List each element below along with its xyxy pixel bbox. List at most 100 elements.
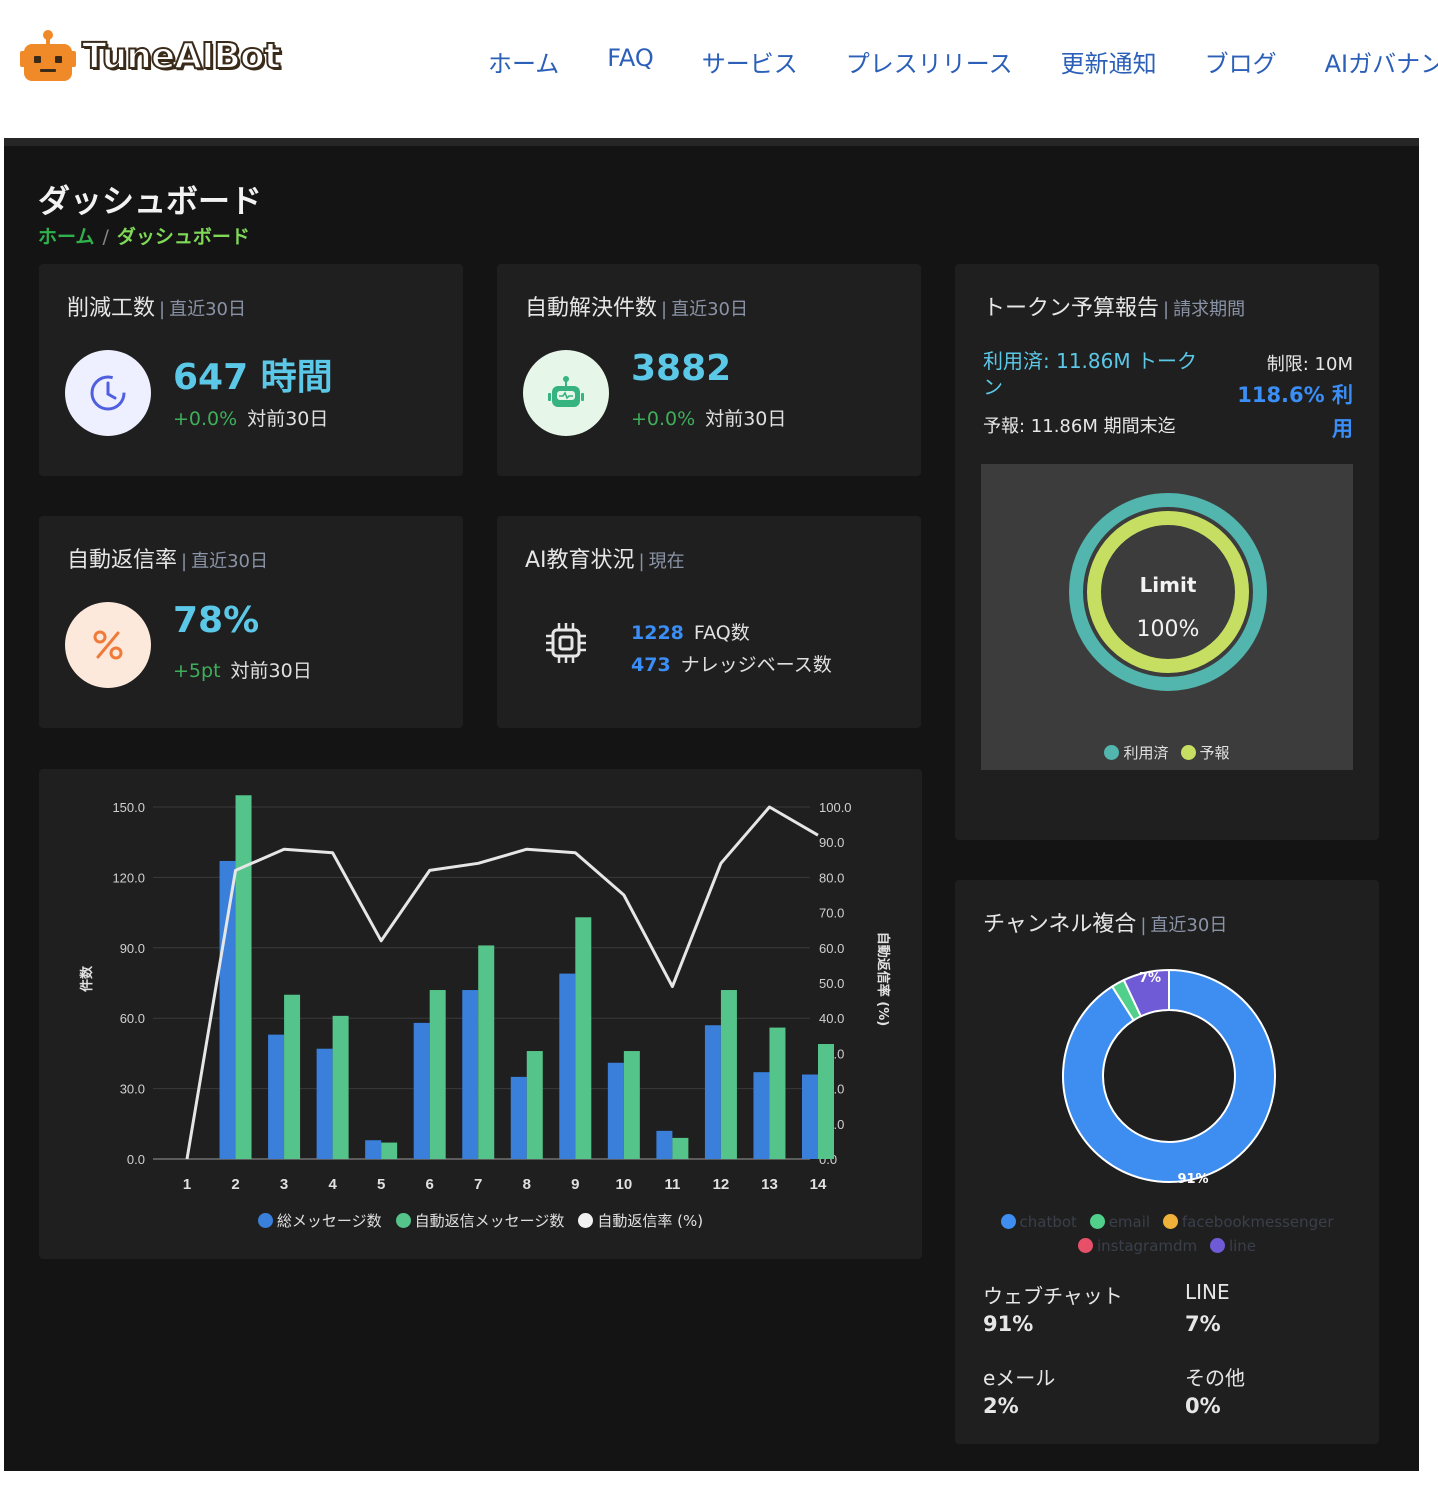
percent-icon	[65, 602, 151, 688]
bar-total	[510, 1076, 527, 1159]
stat-webchat-value: 91%	[983, 1312, 1034, 1336]
nav-item-home[interactable]: ホーム	[488, 44, 559, 79]
y2-tick-label: 90.0	[819, 835, 844, 850]
bar-auto	[284, 994, 301, 1159]
top-bar: TuneAIBot ホーム FAQ サービス プレスリリース 更新通知 ブログ …	[0, 0, 1438, 120]
x-tick-label: 14	[810, 1176, 827, 1193]
bar-total	[413, 1022, 430, 1159]
auto-reply-rate-delta: +5pt 対前30日	[173, 660, 312, 682]
y2-tick-label: 100.0	[819, 800, 852, 815]
y-tick-label: 30.0	[120, 1082, 145, 1097]
legend-line[interactable]: line	[1209, 1237, 1256, 1255]
brand-logo[interactable]: TuneAIBot	[18, 28, 282, 84]
kb-count-line: 473 ナレッジベース数	[631, 654, 832, 676]
legend-swatch	[395, 1213, 411, 1228]
y2-axis-label: 自動返信率 (%)	[875, 932, 891, 1026]
legend-used: 利用済	[1104, 742, 1169, 763]
messages-combo-chart: 0.030.060.090.0120.0150.00.010.020.030.0…	[79, 795, 891, 1193]
stat-line-label: LINE	[1185, 1280, 1230, 1304]
x-tick-label: 1	[183, 1176, 191, 1193]
gauge-value: 100%	[1137, 617, 1200, 642]
legend-swatch	[1089, 1214, 1105, 1229]
bar-total	[316, 1048, 333, 1159]
channels-donut-chart: 91% 7%	[1062, 968, 1276, 1187]
token-gauge-legend: 利用済 予報	[981, 742, 1353, 763]
reduced-hours-card: 削減工数 | 直近30日 647 時間 +0.0% 対前30日	[39, 264, 463, 476]
legend-swatch	[1209, 1238, 1225, 1253]
x-tick-label: 7	[474, 1176, 482, 1193]
y-tick-label: 0.0	[127, 1152, 145, 1167]
token-forecast-text: 予報: 11.86M 期間末迄	[983, 416, 1176, 437]
x-tick-label: 2	[231, 1176, 239, 1193]
legend-forecast: 予報	[1180, 742, 1230, 763]
nav-item-ai-governance[interactable]: AIガバナン	[1325, 44, 1438, 79]
stat-email-label: eメール	[983, 1366, 1056, 1390]
channels-legend: chatbot email facebookmessenger instagra…	[955, 1210, 1379, 1258]
bar-total	[753, 1072, 770, 1159]
x-tick-label: 12	[713, 1176, 730, 1193]
legend-instagramdm[interactable]: instagramdm	[1077, 1237, 1197, 1255]
x-tick-label: 10	[616, 1176, 633, 1193]
auto-resolved-value: 3882	[631, 348, 732, 389]
slice-label-chatbot: 91%	[1177, 1172, 1208, 1187]
robot-logo-icon	[20, 30, 76, 81]
bar-auto	[381, 1142, 398, 1159]
y2-tick-label: 70.0	[819, 906, 844, 921]
nav-item-updates[interactable]: 更新通知	[1061, 44, 1157, 79]
legend-auto-rate[interactable]: 自動返信率 (%)	[578, 1210, 703, 1231]
bar-auto	[235, 795, 252, 1159]
stat-webchat-label: ウェブチャット	[983, 1284, 1123, 1308]
bar-total	[607, 1062, 624, 1159]
brand-name: TuneAIBot	[81, 35, 282, 78]
legend-swatch	[1162, 1214, 1178, 1229]
legend-email[interactable]: email	[1089, 1213, 1150, 1231]
bar-total	[462, 990, 479, 1159]
bar-auto	[332, 1015, 349, 1159]
card-title: 削減工数 | 直近30日	[67, 296, 246, 321]
stat-line-value: 7%	[1185, 1312, 1221, 1336]
y2-tick-label: 50.0	[819, 976, 844, 991]
y-tick-label: 90.0	[120, 941, 145, 956]
stat-other-value: 0%	[1185, 1394, 1221, 1418]
bar-auto	[672, 1137, 689, 1159]
bar-auto	[623, 1051, 640, 1159]
breadcrumb-current: ダッシュボード	[116, 226, 250, 248]
legend-total-messages[interactable]: 総メッセージ数	[257, 1210, 382, 1231]
x-tick-label: 9	[571, 1176, 579, 1193]
y2-tick-label: 40.0	[819, 1011, 844, 1026]
messages-chart-legend: 総メッセージ数 自動返信メッセージ数 自動返信率 (%)	[39, 1210, 922, 1231]
token-gauge-panel: Limit 100% 利用済 予報	[981, 464, 1353, 770]
token-usage-percent: 118.6% 利用	[1237, 383, 1353, 441]
legend-swatch	[578, 1213, 594, 1228]
nav-item-faq[interactable]: FAQ	[607, 44, 654, 79]
page-title: ダッシュボード	[38, 182, 263, 220]
ai-training-card: AI教育状況 | 現在 1228 FAQ数 473 ナレッジベース数	[497, 516, 921, 728]
y2-tick-label: 60.0	[819, 941, 844, 956]
breadcrumb: ホーム / ダッシュボード	[38, 222, 250, 249]
x-tick-label: 11	[664, 1176, 680, 1193]
auto-resolved-card: 自動解決件数 | 直近30日 3882 +0.0% 対前30日	[497, 264, 921, 476]
legend-chatbot[interactable]: chatbot	[1000, 1213, 1077, 1231]
bar-total	[656, 1130, 673, 1159]
chip-icon	[546, 623, 586, 663]
auto-reply-rate-card: 自動返信率 | 直近30日 78% +5pt 対前30日	[39, 516, 463, 728]
bar-total	[219, 860, 236, 1159]
nav-item-press[interactable]: プレスリリース	[846, 44, 1013, 79]
nav-item-services[interactable]: サービス	[702, 44, 798, 79]
gauge-label: Limit	[1140, 573, 1197, 597]
breadcrumb-home[interactable]: ホーム	[38, 226, 94, 248]
auto-reply-rate-value: 78%	[173, 600, 260, 641]
x-tick-label: 5	[377, 1176, 385, 1193]
y-tick-label: 150.0	[112, 800, 145, 815]
card-title: トークン予算報告 | 請求期間	[983, 296, 1246, 321]
x-tick-label: 3	[280, 1176, 288, 1193]
dashboard-frame: ダッシュボード ホーム / ダッシュボード 削減工数 | 直近30日 647 時間 +0…	[4, 138, 1419, 1471]
bar-auto	[575, 917, 592, 1159]
legend-facebookmessenger[interactable]: facebookmessenger	[1162, 1213, 1334, 1231]
x-tick-label: 8	[523, 1176, 531, 1193]
clock-icon	[65, 350, 151, 436]
x-tick-label: 13	[761, 1176, 778, 1193]
legend-auto-messages[interactable]: 自動返信メッセージ数	[395, 1210, 564, 1231]
bar-auto	[429, 990, 446, 1159]
nav-item-blog[interactable]: ブログ	[1205, 44, 1277, 79]
